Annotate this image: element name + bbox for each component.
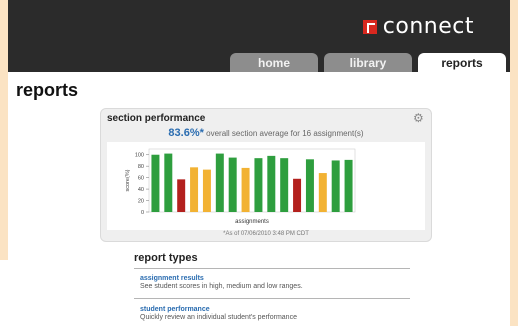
divider — [134, 298, 410, 299]
background-right — [510, 0, 518, 326]
divider — [134, 268, 410, 269]
y-tick-label: 0 — [141, 210, 144, 216]
connect-logo-icon — [362, 19, 377, 34]
bar — [254, 158, 263, 212]
bar — [293, 178, 302, 212]
bar — [318, 173, 327, 212]
assignment-results-description: See student scores in high, medium and l… — [140, 283, 303, 290]
main-tabs: home library reports — [230, 53, 506, 72]
assignment-results-link[interactable]: assignment results — [140, 275, 416, 282]
tab-library[interactable]: library — [324, 53, 412, 72]
student-performance-link[interactable]: student performance — [140, 306, 416, 313]
bar — [344, 159, 353, 212]
student-performance-description: Quickly review an individual student's p… — [140, 314, 297, 321]
section-average: 83.6%* overall section average for 16 as… — [101, 127, 431, 139]
bar — [280, 158, 289, 212]
report-type-item: student performance Quickly review an in… — [140, 306, 416, 321]
average-text: overall section average for 16 assignmen… — [206, 129, 364, 138]
panel-title: section performance — [107, 113, 206, 124]
bar — [331, 160, 340, 212]
bar — [215, 153, 224, 212]
bar — [228, 157, 237, 212]
as-of-note: *As of 07/06/2010 3:48 PM CDT — [223, 231, 309, 237]
gear-icon[interactable]: ⚙ — [413, 112, 425, 124]
top-bar: connect home library reports — [8, 0, 510, 72]
bar — [202, 169, 211, 212]
tab-home[interactable]: home — [230, 53, 318, 72]
page: connect home library reports reports sec… — [8, 0, 510, 326]
y-tick-label: 60 — [138, 176, 144, 182]
page-title: reports — [16, 80, 79, 100]
bar — [305, 159, 314, 212]
section-performance-panel: section performance ⚙ 83.6%* overall sec… — [100, 108, 432, 242]
logo-text: connect — [382, 14, 474, 39]
bar — [190, 167, 199, 212]
report-types-title: report types — [134, 252, 198, 264]
bar — [164, 153, 173, 212]
performance-chart: 0 20 40 60 80 100 score(%) assignments — [107, 142, 425, 230]
tab-reports[interactable]: reports — [418, 53, 506, 72]
bar — [151, 154, 160, 212]
connect-logo[interactable]: connect — [362, 14, 474, 39]
y-axis-label: score(%) — [125, 169, 131, 191]
y-tick-label: 40 — [138, 187, 144, 193]
y-tick-label: 100 — [135, 153, 144, 159]
y-tick-label: 80 — [138, 164, 144, 170]
bar — [177, 179, 186, 212]
report-type-item: assignment results See student scores in… — [140, 275, 416, 290]
bar — [267, 155, 276, 212]
x-axis-label: assignments — [235, 219, 269, 225]
bar-chart: 0 20 40 60 80 100 score(%) assignments — [125, 148, 356, 225]
y-tick-label: 20 — [138, 199, 144, 205]
bar — [241, 167, 250, 212]
average-value: 83.6%* — [168, 127, 204, 139]
